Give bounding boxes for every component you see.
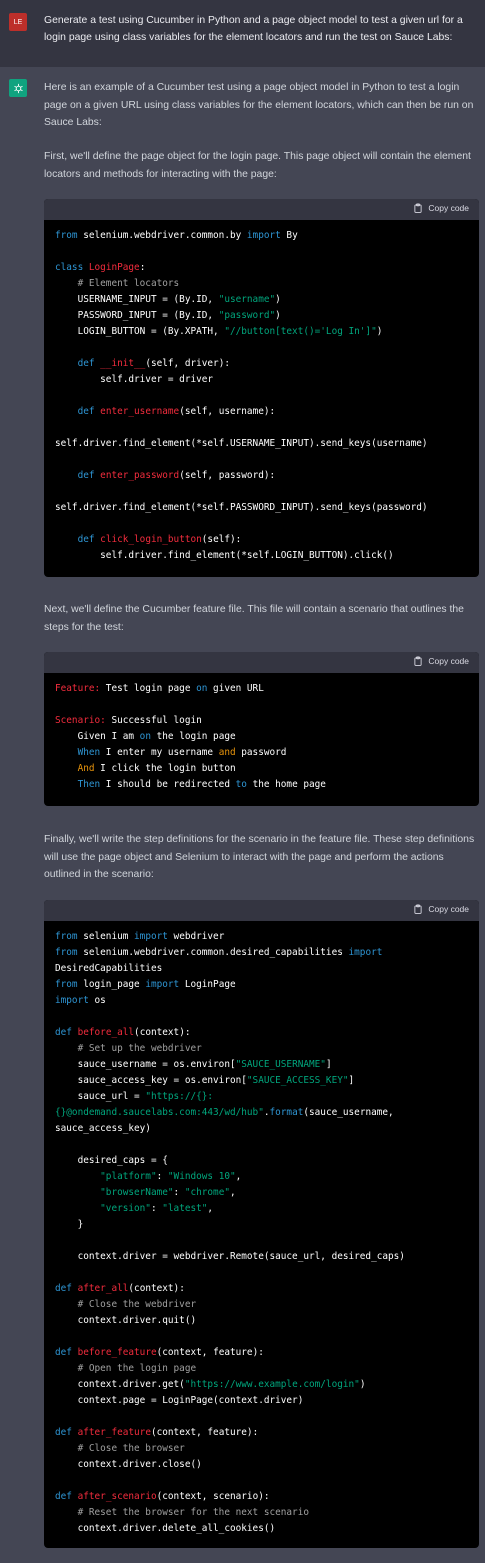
code-content[interactable]: Feature: Test login page on given URL Sc… — [44, 673, 479, 793]
copy-code-label: Copy code — [428, 203, 469, 213]
code-block-step-definitions: Copy code from selenium import webdriver… — [44, 900, 479, 1548]
code-content[interactable]: from selenium import webdriver from sele… — [44, 921, 479, 1537]
user-message-text: Generate a test using Cucumber in Python… — [44, 15, 463, 43]
copy-code-label: Copy code — [428, 904, 469, 914]
copy-code-button[interactable]: Copy code — [413, 656, 469, 666]
copy-code-button[interactable]: Copy code — [413, 203, 469, 213]
clipboard-icon — [414, 904, 422, 914]
code-block-feature-file: Copy code Feature: Test login page on gi… — [44, 652, 479, 806]
assistant-paragraph-2: Next, we'll define the Cucumber feature … — [44, 604, 464, 633]
clipboard-icon — [414, 203, 422, 213]
user-avatar: LE — [9, 13, 27, 31]
code-block-page-object: Copy code from selenium.webdriver.common… — [44, 199, 479, 577]
copy-code-button[interactable]: Copy code — [413, 904, 469, 914]
code-content[interactable]: from selenium.webdriver.common.by import… — [44, 220, 479, 564]
clipboard-icon — [414, 656, 422, 666]
openai-logo-icon — [9, 79, 27, 97]
assistant-paragraph-3: Finally, we'll write the step definition… — [44, 834, 475, 880]
code-block-header: Copy code — [44, 900, 479, 921]
assistant-paragraph-1: First, we'll define the page object for … — [44, 151, 471, 180]
assistant-intro-text: Here is an example of a Cucumber test us… — [44, 82, 474, 128]
code-block-header: Copy code — [44, 652, 479, 673]
copy-code-label: Copy code — [428, 656, 469, 666]
code-block-header: Copy code — [44, 199, 479, 220]
user-message-row: LE Generate a test using Cucumber in Pyt… — [0, 0, 485, 67]
